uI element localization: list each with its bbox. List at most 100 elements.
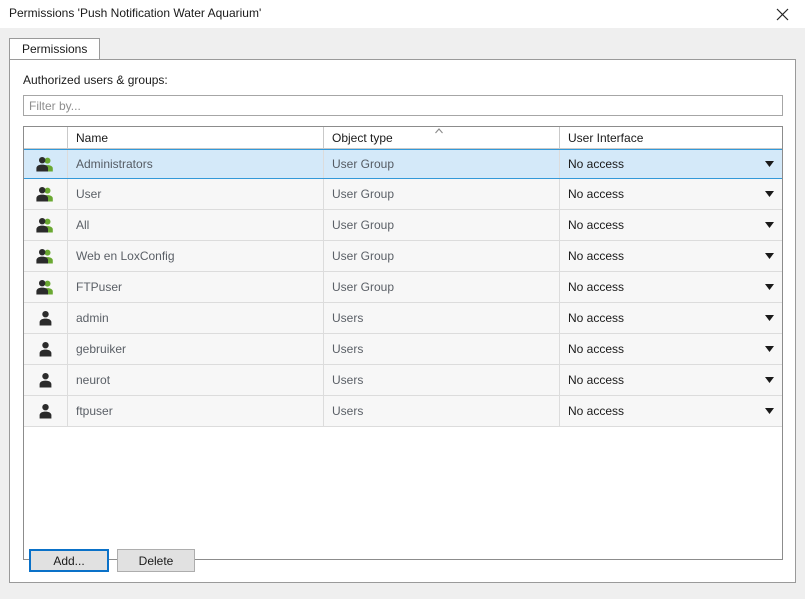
table-row-user[interactable]: User User Group No access [24, 179, 782, 210]
row-object-type-label: Users [332, 404, 364, 418]
row-icon-cell [24, 303, 67, 333]
row-name-label: FTPuser [76, 280, 123, 294]
row-object-type-label: User Group [332, 157, 395, 171]
row-user-interface-dropdown[interactable]: No access [559, 150, 782, 178]
row-object-type-cell: User Group [323, 272, 559, 302]
row-icon-cell [24, 179, 67, 209]
row-icon-cell [24, 396, 67, 426]
row-user-interface-value: No access [568, 187, 625, 201]
table-row-gebruiker[interactable]: gebruiker Users No access [24, 334, 782, 365]
row-name-cell: Web en LoxConfig [67, 241, 323, 271]
table-row-administrators[interactable]: Administrators User Group No access [24, 149, 782, 179]
user-group-icon [36, 186, 55, 202]
row-user-interface-dropdown[interactable]: No access [559, 272, 782, 302]
row-user-interface-dropdown[interactable]: No access [559, 396, 782, 426]
authorized-users-label: Authorized users & groups: [23, 73, 168, 87]
user-group-icon [36, 248, 55, 264]
chevron-down-icon[interactable] [765, 222, 774, 228]
row-user-interface-value: No access [568, 311, 625, 325]
row-user-interface-value: No access [568, 404, 625, 418]
row-object-type-cell: User Group [323, 241, 559, 271]
row-user-interface-value: No access [568, 218, 625, 232]
filter-input[interactable] [23, 95, 783, 116]
delete-button[interactable]: Delete [117, 549, 195, 572]
row-icon-cell [24, 365, 67, 395]
table-row-all[interactable]: All User Group No access [24, 210, 782, 241]
row-object-type-cell: Users [323, 334, 559, 364]
table-row-ftpuser[interactable]: FTPuser User Group No access [24, 272, 782, 303]
row-user-interface-value: No access [568, 342, 625, 356]
add-button-label: Add... [53, 553, 85, 568]
row-object-type-cell: Users [323, 396, 559, 426]
table-header-row: Name Object type User Interface [24, 127, 782, 149]
row-name-label: gebruiker [76, 342, 127, 356]
row-user-interface-dropdown[interactable]: No access [559, 334, 782, 364]
user-single-icon [39, 341, 52, 357]
window-title: Permissions 'Push Notification Water Aqu… [9, 6, 262, 20]
column-header-object-type-label: Object type [332, 130, 393, 145]
row-user-interface-dropdown[interactable]: No access [559, 210, 782, 240]
row-user-interface-value: No access [568, 373, 625, 387]
row-user-interface-dropdown[interactable]: No access [559, 241, 782, 271]
row-icon-cell [24, 334, 67, 364]
row-user-interface-dropdown[interactable]: No access [559, 365, 782, 395]
row-user-interface-value: No access [568, 157, 625, 171]
user-group-icon [36, 156, 55, 172]
row-user-interface-dropdown[interactable]: No access [559, 179, 782, 209]
row-object-type-label: Users [332, 342, 364, 356]
chevron-down-icon[interactable] [765, 191, 774, 197]
chevron-down-icon[interactable] [765, 408, 774, 414]
row-object-type-cell: User Group [323, 210, 559, 240]
chevron-down-icon[interactable] [765, 161, 774, 167]
row-name-cell: admin [67, 303, 323, 333]
window-titlebar: Permissions 'Push Notification Water Aqu… [0, 0, 805, 28]
row-object-type-label: User Group [332, 187, 395, 201]
chevron-down-icon[interactable] [765, 315, 774, 321]
user-group-icon [36, 279, 55, 295]
row-object-type-cell: User Group [323, 150, 559, 178]
row-user-interface-value: No access [568, 249, 625, 263]
tab-permissions[interactable]: Permissions [9, 38, 101, 59]
tab-strip: Permissions [9, 38, 796, 60]
chevron-down-icon[interactable] [765, 284, 774, 290]
row-name-cell: FTPuser [67, 272, 323, 302]
row-name-label: All [76, 218, 90, 232]
row-name-cell: Administrators [67, 150, 323, 178]
delete-button-label: Delete [138, 553, 174, 568]
column-header-name[interactable]: Name [67, 127, 323, 148]
close-icon [776, 8, 789, 21]
table-row-admin[interactable]: admin Users No access [24, 303, 782, 334]
table-row-web-en-loxconfig[interactable]: Web en LoxConfig User Group No access [24, 241, 782, 272]
row-name-label: ftpuser [76, 404, 113, 418]
row-icon-cell [24, 150, 67, 178]
close-button[interactable] [760, 0, 805, 28]
row-object-type-label: Users [332, 373, 364, 387]
user-single-icon [39, 403, 52, 419]
caret-up-icon [432, 127, 446, 134]
row-name-label: Web en LoxConfig [76, 249, 175, 263]
row-user-interface-dropdown[interactable]: No access [559, 303, 782, 333]
row-name-label: User [76, 187, 102, 201]
chevron-down-icon[interactable] [765, 377, 774, 383]
table-row-neurot[interactable]: neurot Users No access [24, 365, 782, 396]
row-name-cell: User [67, 179, 323, 209]
row-name-label: admin [76, 311, 109, 325]
row-object-type-label: User Group [332, 218, 395, 232]
row-user-interface-value: No access [568, 280, 625, 294]
row-object-type-cell: Users [323, 365, 559, 395]
table-row-ftpuser[interactable]: ftpuser Users No access [24, 396, 782, 427]
row-name-cell: neurot [67, 365, 323, 395]
row-object-type-cell: User Group [323, 179, 559, 209]
chevron-down-icon[interactable] [765, 253, 774, 259]
chevron-down-icon[interactable] [765, 346, 774, 352]
add-button[interactable]: Add... [29, 549, 109, 572]
row-icon-cell [24, 210, 67, 240]
table-body: Administrators User Group No access User… [24, 149, 782, 427]
row-name-cell: gebruiker [67, 334, 323, 364]
row-name-label: neurot [76, 373, 111, 387]
column-header-icon[interactable] [24, 127, 67, 148]
row-name-cell: ftpuser [67, 396, 323, 426]
column-header-user-interface[interactable]: User Interface [559, 127, 782, 148]
user-single-icon [39, 372, 52, 388]
row-icon-cell [24, 272, 67, 302]
